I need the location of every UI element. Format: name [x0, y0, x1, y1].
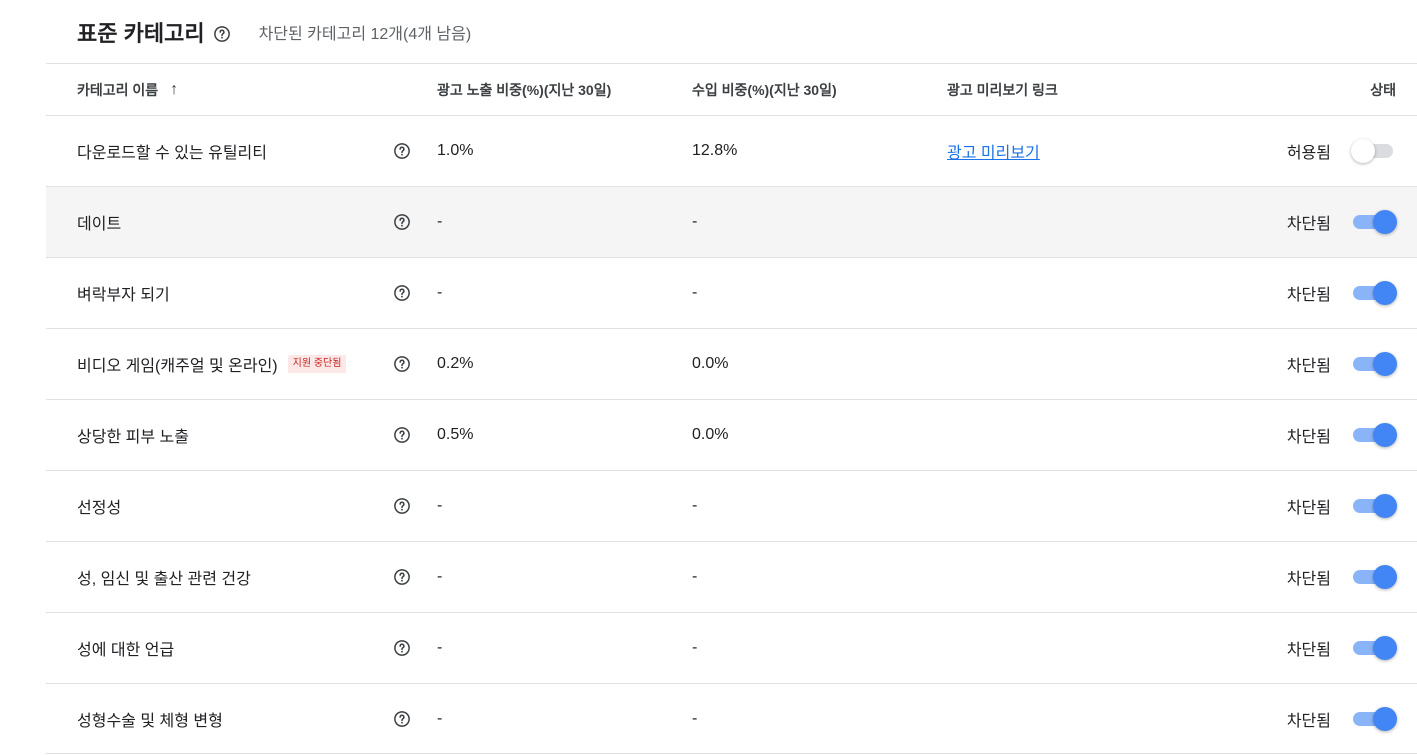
impression-share: 1.0% — [437, 142, 474, 159]
impression-share: - — [437, 213, 443, 230]
revenue-share: - — [692, 568, 698, 585]
toggle-knob — [1373, 636, 1397, 660]
category-name: 다운로드할 수 있는 유틸리티 — [77, 145, 267, 162]
block-toggle[interactable] — [1351, 493, 1397, 519]
table-row: 상당한 피부 노출 0.5% 0.0% 차단됨 — [46, 399, 1417, 470]
toggle-knob — [1373, 565, 1397, 589]
category-name: 비디오 게임(캐주얼 및 온라인) — [77, 358, 278, 375]
category-name: 성형수술 및 체형 변형 — [77, 712, 223, 730]
status-label: 차단됨 — [1286, 500, 1331, 517]
help-circle-icon[interactable] — [393, 639, 411, 657]
help-circle-icon[interactable] — [393, 568, 411, 586]
categories-table: 카테고리 이름 ↑ 광고 노출 비중(%)(지난 30일) 수입 비중(%)(지… — [46, 63, 1417, 754]
category-name: 상당한 피부 노출 — [77, 429, 189, 446]
blocked-summary: 차단된 카테고리 12개(4개 남음) — [258, 26, 472, 43]
category-name: 성에 대한 언급 — [77, 642, 175, 659]
revenue-share: 0.0% — [692, 355, 729, 372]
status-label: 허용됨 — [1286, 145, 1331, 162]
help-circle-icon[interactable] — [393, 284, 411, 302]
block-toggle[interactable] — [1351, 138, 1397, 164]
table-row: 비디오 게임(캐주얼 및 온라인) 지원 중단됨 0.2% 0.0% 차단됨 — [46, 328, 1417, 399]
deprecated-badge: 지원 중단됨 — [287, 355, 347, 373]
block-toggle[interactable] — [1351, 564, 1397, 590]
page-title: 표준 카테고리 — [77, 21, 205, 46]
toggle-knob — [1373, 281, 1397, 305]
revenue-share: - — [692, 497, 698, 514]
impression-share: - — [437, 568, 443, 585]
table-row: 성에 대한 언급 - - 차단됨 — [46, 612, 1417, 683]
help-circle-icon[interactable] — [393, 710, 411, 728]
block-toggle[interactable] — [1351, 635, 1397, 661]
ad-preview-link[interactable]: 광고 미리보기 — [947, 139, 1040, 163]
block-toggle[interactable] — [1351, 351, 1397, 377]
block-toggle[interactable] — [1351, 422, 1397, 448]
column-header-status: 상태 — [1370, 81, 1396, 98]
column-header-preview: 광고 미리보기 링크 — [947, 81, 1058, 98]
toggle-knob — [1373, 210, 1397, 234]
help-circle-icon[interactable] — [213, 25, 231, 43]
status-label: 차단됨 — [1286, 712, 1331, 730]
revenue-share: - — [692, 639, 698, 656]
category-name: 선정성 — [77, 500, 122, 517]
block-toggle[interactable] — [1351, 280, 1397, 306]
column-header-revenue: 수입 비중(%)(지난 30일) — [692, 81, 837, 98]
table-header: 카테고리 이름 ↑ 광고 노출 비중(%)(지난 30일) 수입 비중(%)(지… — [46, 63, 1417, 115]
table-row: 성, 임신 및 출산 관련 건강 - - 차단됨 — [46, 541, 1417, 612]
table-row: 데이트 - - 차단됨 — [46, 186, 1417, 257]
revenue-share: - — [692, 709, 698, 727]
impression-share: - — [437, 639, 443, 656]
revenue-share: 12.8% — [692, 142, 738, 159]
block-toggle[interactable] — [1351, 209, 1397, 235]
toggle-knob — [1373, 706, 1397, 731]
table-row: 선정성 - - 차단됨 — [46, 470, 1417, 541]
impression-share: 0.5% — [437, 426, 474, 443]
impression-share: - — [437, 709, 443, 727]
toggle-knob — [1373, 352, 1397, 376]
status-label: 차단됨 — [1286, 216, 1331, 233]
category-name: 데이트 — [77, 216, 122, 233]
impression-share: - — [437, 284, 443, 301]
arrow-up-icon[interactable]: ↑ — [170, 81, 178, 99]
revenue-share: - — [692, 213, 698, 230]
table-row: 성형수술 및 체형 변형 - - 차단됨 — [46, 683, 1417, 754]
help-circle-icon[interactable] — [393, 497, 411, 515]
category-name: 성, 임신 및 출산 관련 건강 — [77, 571, 251, 588]
revenue-share: 0.0% — [692, 426, 729, 443]
help-circle-icon[interactable] — [393, 426, 411, 444]
category-name: 벼락부자 되기 — [77, 287, 170, 304]
status-label: 차단됨 — [1286, 287, 1331, 304]
toggle-knob — [1373, 423, 1397, 447]
column-header-impression: 광고 노출 비중(%)(지난 30일) — [437, 81, 612, 98]
status-label: 차단됨 — [1286, 358, 1331, 375]
impression-share: 0.2% — [437, 355, 474, 372]
revenue-share: - — [692, 284, 698, 301]
help-circle-icon[interactable] — [393, 355, 411, 373]
column-header-name-label: 카테고리 이름 — [77, 81, 159, 98]
column-header-name[interactable]: 카테고리 이름 ↑ — [77, 64, 178, 115]
table-row: 벼락부자 되기 - - 차단됨 — [46, 257, 1417, 328]
block-toggle[interactable] — [1351, 706, 1397, 732]
help-circle-icon[interactable] — [393, 213, 411, 231]
toggle-knob — [1373, 494, 1397, 518]
section-header: 표준 카테고리 차단된 카테고리 12개(4개 남음) — [77, 0, 1377, 64]
help-circle-icon[interactable] — [393, 142, 411, 160]
status-label: 차단됨 — [1286, 429, 1331, 446]
table-row: 다운로드할 수 있는 유틸리티 1.0% 12.8% 광고 미리보기 허용됨 — [46, 115, 1417, 186]
impression-share: - — [437, 497, 443, 514]
toggle-knob — [1351, 139, 1375, 163]
status-label: 차단됨 — [1286, 642, 1331, 659]
status-label: 차단됨 — [1286, 571, 1331, 588]
